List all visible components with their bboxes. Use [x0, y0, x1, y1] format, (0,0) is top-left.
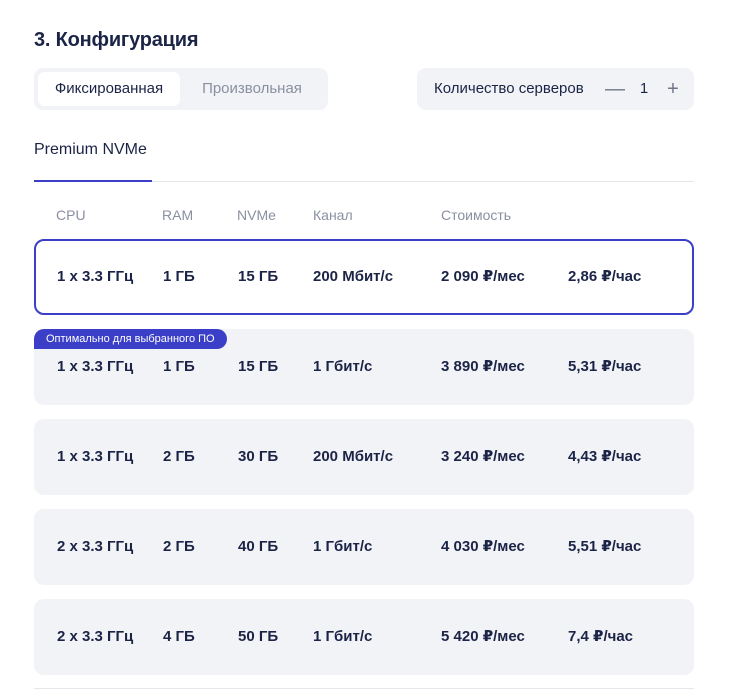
- cell-channel: 1 Гбит/с: [313, 628, 373, 645]
- table-row[interactable]: 2 x 3.3 ГГц 2 ГБ 40 ГБ 1 Гбит/с 4 030 ₽/…: [34, 509, 694, 585]
- optimal-badge: Оптимально для выбранного ПО: [34, 329, 227, 349]
- table-row[interactable]: 2 x 3.3 ГГц 4 ГБ 50 ГБ 1 Гбит/с 5 420 ₽/…: [34, 599, 694, 675]
- cell-price-hour: 4,43 ₽/час: [568, 448, 642, 465]
- cell-ram: 2 ГБ: [163, 538, 195, 555]
- cell-nvme: 50 ГБ: [238, 628, 279, 645]
- cell-price-month: 3 240 ₽/мес: [441, 448, 525, 465]
- cell-channel: 200 Мбит/с: [313, 268, 394, 285]
- cell-price-month: 5 420 ₽/мес: [441, 628, 525, 645]
- cell-nvme: 40 ГБ: [238, 538, 279, 555]
- cell-cpu: 2 x 3.3 ГГц: [57, 538, 134, 555]
- cell-price-month: 4 030 ₽/мес: [441, 538, 525, 555]
- tab-premium-nvme[interactable]: Premium NVMe: [34, 141, 147, 159]
- config-mode-custom-button[interactable]: Произвольная: [180, 72, 324, 106]
- cell-price-month: 3 890 ₽/мес: [441, 358, 525, 375]
- header-nvme: NVMe: [237, 207, 276, 223]
- cell-ram: 2 ГБ: [163, 448, 195, 465]
- server-count-value[interactable]: 1: [631, 68, 657, 110]
- cell-ram: 1 ГБ: [163, 268, 195, 285]
- decrement-button[interactable]: —: [602, 68, 628, 110]
- active-tab-indicator: [34, 180, 152, 182]
- cell-cpu: 2 x 3.3 ГГц: [57, 628, 134, 645]
- config-mode-toggle: Фиксированная Произвольная: [34, 68, 328, 110]
- cell-nvme: 15 ГБ: [238, 268, 279, 285]
- cell-price-hour: 5,51 ₽/час: [568, 538, 642, 555]
- cell-price-month: 2 090 ₽/мес: [441, 268, 525, 285]
- increment-button[interactable]: +: [660, 68, 686, 110]
- cell-price-hour: 5,31 ₽/час: [568, 358, 642, 375]
- cell-channel: 200 Мбит/с: [313, 448, 394, 465]
- server-count-label: Количество серверов: [434, 80, 584, 97]
- header-cpu: CPU: [56, 207, 86, 223]
- cell-price-hour: 7,4 ₽/час: [568, 628, 634, 645]
- table-row[interactable]: 1 x 3.3 ГГц 1 ГБ 15 ГБ 200 Мбит/с 2 090 …: [34, 239, 694, 315]
- cell-nvme: 30 ГБ: [238, 448, 279, 465]
- cell-ram: 4 ГБ: [163, 628, 195, 645]
- header-ram: RAM: [162, 207, 194, 223]
- table-row[interactable]: 1 x 3.3 ГГц 2 ГБ 30 ГБ 200 Мбит/с 3 240 …: [34, 419, 694, 495]
- header-channel: Канал: [313, 207, 353, 223]
- cell-cpu: 1 x 3.3 ГГц: [57, 448, 134, 465]
- cell-channel: 1 Гбит/с: [313, 538, 373, 555]
- server-count-stepper: Количество серверов — 1 +: [417, 68, 694, 110]
- cell-cpu: 1 x 3.3 ГГц: [57, 268, 134, 285]
- config-mode-fixed-button[interactable]: Фиксированная: [38, 72, 180, 106]
- section-title: 3. Конфигурация: [34, 29, 199, 51]
- cell-channel: 1 Гбит/с: [313, 358, 373, 375]
- cell-nvme: 15 ГБ: [238, 358, 279, 375]
- header-price: Стоимость: [441, 207, 512, 223]
- cell-price-hour: 2,86 ₽/час: [568, 268, 642, 285]
